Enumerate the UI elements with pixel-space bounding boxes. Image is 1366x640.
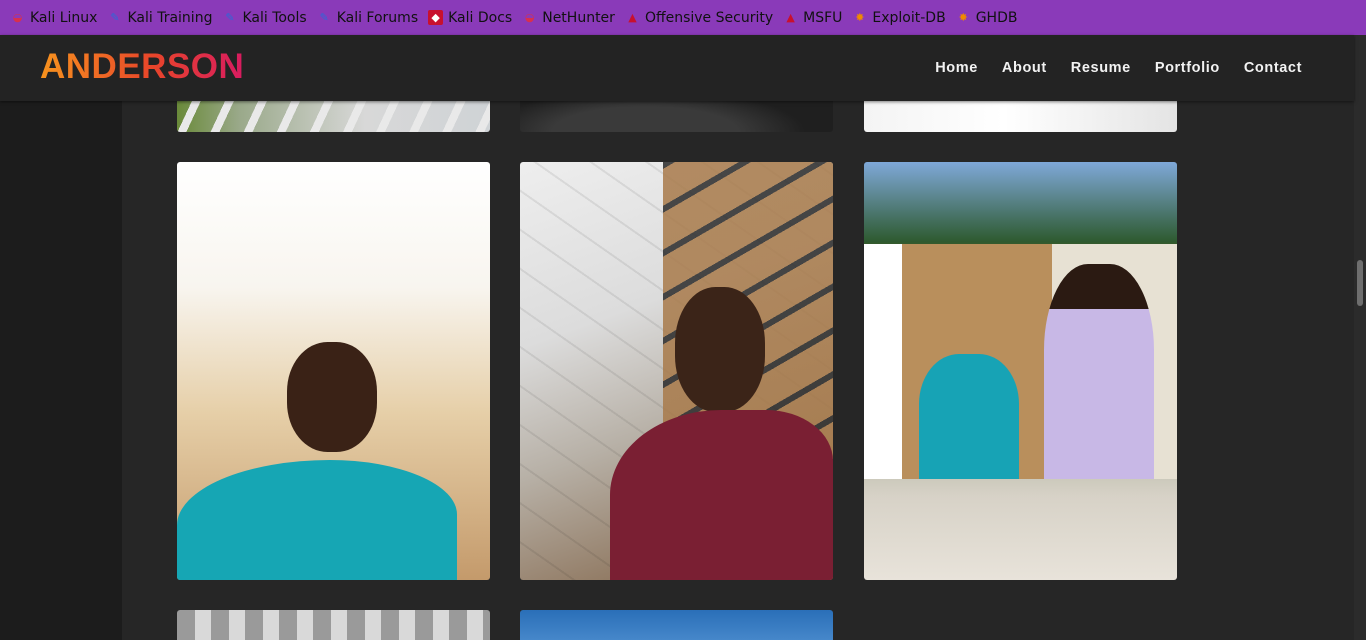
- bookmark-label: Kali Linux: [30, 9, 98, 26]
- kali-dragon-icon: ◒: [12, 11, 23, 24]
- scrollbar-thumb[interactable]: [1357, 260, 1363, 306]
- portfolio-photo[interactable]: [864, 162, 1177, 580]
- bookmark-msfu[interactable]: ▲ MSFU: [783, 10, 842, 26]
- bookmark-label: Kali Docs: [448, 9, 513, 26]
- portfolio-gallery: [122, 81, 1354, 640]
- bookmark-exploit-db[interactable]: ✸ Exploit-DB: [852, 10, 945, 26]
- kali-tool-icon: ✎: [319, 11, 329, 24]
- offsec-icon: ▲: [786, 11, 795, 24]
- bookmark-kali-training[interactable]: ✎ Kali Training: [107, 10, 212, 26]
- kali-tool-icon: ✎: [225, 11, 235, 24]
- exploit-db-icon: ✸: [958, 11, 968, 24]
- portfolio-photo[interactable]: [177, 610, 490, 640]
- bookmark-kali-linux[interactable]: ◒ Kali Linux: [10, 9, 98, 26]
- vertical-scrollbar[interactable]: [1354, 35, 1366, 640]
- exploit-db-icon: ✸: [855, 11, 865, 24]
- bookmark-label: Exploit-DB: [872, 9, 946, 26]
- photo-subject: [177, 460, 457, 580]
- portfolio-photo[interactable]: [520, 610, 833, 640]
- offsec-icon: ▲: [628, 11, 637, 24]
- nav-home[interactable]: Home: [935, 60, 978, 76]
- kali-dragon-icon: ◒: [524, 11, 535, 24]
- site-logo[interactable]: ANDERSON: [40, 47, 244, 87]
- photo-subject: [610, 410, 833, 580]
- site-header: ANDERSON Home About Resume Portfolio Con…: [0, 35, 1354, 101]
- photo-overlay: [864, 244, 1177, 479]
- photo-subject: [1044, 264, 1154, 479]
- docs-icon: ◆: [428, 10, 444, 25]
- bookmark-kali-docs[interactable]: ◆ Kali Docs: [428, 10, 512, 26]
- portfolio-photo[interactable]: [520, 162, 833, 580]
- kali-tool-icon: ✎: [110, 11, 120, 24]
- bookmark-label: Kali Training: [127, 9, 213, 26]
- bookmark-kali-tools[interactable]: ✎ Kali Tools: [222, 10, 306, 26]
- bookmark-label: Offensive Security: [644, 9, 774, 26]
- bookmark-label: MSFU: [803, 9, 843, 26]
- bookmarks-bar: ◒ Kali Linux ✎ Kali Training ✎ Kali Tool…: [0, 0, 1366, 35]
- nav-contact[interactable]: Contact: [1244, 60, 1302, 76]
- bookmark-label: Kali Tools: [242, 9, 307, 26]
- bookmark-label: Kali Forums: [336, 9, 419, 26]
- portfolio-photo[interactable]: [177, 162, 490, 580]
- photo-subject: [287, 342, 377, 452]
- nav-portfolio[interactable]: Portfolio: [1155, 60, 1220, 76]
- bookmark-offensive-security[interactable]: ▲ Offensive Security: [625, 10, 773, 26]
- nav-resume[interactable]: Resume: [1071, 60, 1131, 76]
- bookmark-label: GHDB: [975, 9, 1018, 26]
- bookmark-nethunter[interactable]: ◒ NetHunter: [522, 10, 615, 26]
- bookmark-label: NetHunter: [542, 9, 615, 26]
- photo-subject: [919, 354, 1019, 479]
- nav-about[interactable]: About: [1002, 60, 1047, 76]
- main-nav: Home About Resume Portfolio Contact: [935, 35, 1302, 101]
- bookmark-kali-forums[interactable]: ✎ Kali Forums: [317, 9, 419, 26]
- bookmark-ghdb[interactable]: ✸ GHDB: [956, 10, 1018, 26]
- photo-subject: [675, 287, 765, 412]
